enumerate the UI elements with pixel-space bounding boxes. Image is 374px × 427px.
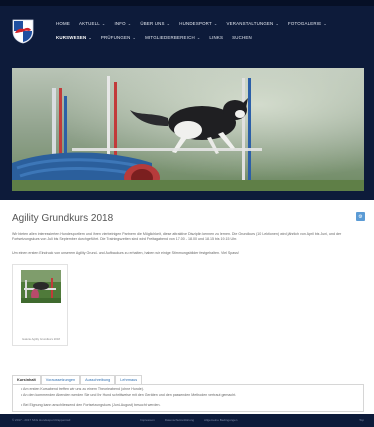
- chevron-down-icon: ⌄: [166, 21, 171, 26]
- nav-item-info[interactable]: Info ⌄: [114, 20, 131, 27]
- nav-item-label: Suchen: [232, 35, 252, 40]
- panel-list-item: • Am ersten Kursabend treffen wir uns zu…: [21, 387, 144, 391]
- gallery-thumbnail[interactable]: Galerie Agility Grundkurs 2018: [12, 264, 68, 346]
- nav-item-label: Mitgliederbereich: [145, 35, 195, 40]
- nav-item-kurswesen[interactable]: Kurswesen ⌄: [56, 34, 92, 41]
- top-strip: [0, 0, 374, 6]
- nav-item-label: Home: [56, 21, 70, 26]
- chevron-down-icon: ⌄: [196, 35, 201, 40]
- nav-item-home[interactable]: Home: [56, 20, 70, 27]
- footer-link-datenschutzerklärung[interactable]: Datenschutzerklärung: [165, 418, 194, 422]
- nav-item-hundesport[interactable]: Hundesport ⌄: [179, 20, 217, 27]
- site-header: Home Aktuell ⌄ Info ⌄ Über uns ⌄ Hundesport ⌄ Ver…: [0, 0, 374, 200]
- gallery-intro-paragraph: Um einen ersten Eindruck von unserem Agi…: [12, 251, 239, 255]
- chevron-down-icon: ⌄: [88, 35, 92, 40]
- tab-lehrmaus[interactable]: Lehrmaus: [115, 375, 143, 384]
- chevron-down-icon: ⌄: [275, 21, 279, 26]
- nav-item-prüfungen[interactable]: Prüfungen ⌄: [101, 34, 136, 41]
- nav-item-label: Hundesport: [179, 21, 212, 26]
- page-title: Agility Grundkurs 2018: [12, 213, 114, 224]
- chevron-down-icon: ⌄: [127, 21, 132, 26]
- chevron-down-icon: ⌄: [101, 21, 106, 26]
- nav-item-label: Info: [114, 21, 126, 26]
- footer-links: Impressum Datenschutzerklärung Allgemeine …: [140, 418, 237, 422]
- nav-item-links[interactable]: Links: [209, 34, 223, 41]
- site-footer: © 2017 - 2017 SKG Hundesport Rapperswil …: [0, 414, 374, 427]
- nav-item-label: Prüfungen: [100, 35, 131, 40]
- club-logo[interactable]: [12, 18, 34, 44]
- gallery-caption: Galerie Agility Grundkurs 2018: [22, 337, 60, 341]
- gear-icon: ⚙: [358, 213, 363, 220]
- course-tabs: Kursinhalt Voraussetzungen Ausschreibung Le…: [12, 375, 143, 384]
- tab-ausschreibung[interactable]: Ausschreibung: [80, 375, 116, 384]
- tab-panel-kursinhalt: • Am ersten Kursabend treffen wir uns zu…: [12, 384, 364, 412]
- tab-voraussetzungen[interactable]: Voraussetzungen: [40, 375, 81, 384]
- nav-item-fotogalerie[interactable]: Fotogalerie ⌄: [288, 20, 327, 27]
- intro-paragraph: Wir bieten allen interessierten Hundespo…: [12, 232, 342, 242]
- footer-link-impressum[interactable]: Impressum: [140, 418, 155, 422]
- gallery-image[interactable]: [21, 270, 61, 303]
- nav-item-label: Fotogalerie: [288, 21, 322, 26]
- edit-button[interactable]: ⚙: [356, 212, 365, 221]
- chevron-down-icon: ⌄: [132, 35, 137, 40]
- panel-list-item: • An den kommenden Abenden werden Sie un…: [21, 393, 237, 397]
- nav-item-suchen[interactable]: Suchen: [232, 34, 252, 41]
- nav-item-über-uns[interactable]: Über uns ⌄: [140, 20, 170, 27]
- back-to-top-link[interactable]: Top: [359, 418, 364, 422]
- footer-copyright: © 2017 - 2017 SKG Hundesport Rapperswil: [12, 418, 71, 422]
- footer-link-allgemeine-bedingungen[interactable]: Allgemeine Bedingungen: [204, 418, 237, 422]
- panel-list-item: • Bei Eignung kann anschliessend den For…: [21, 403, 161, 407]
- nav-item-aktuell[interactable]: Aktuell ⌄: [79, 20, 106, 27]
- nav-item-label: Veranstaltungen: [226, 21, 274, 26]
- nav-item-label: Kurswesen: [56, 35, 87, 40]
- nav-item-label: Links: [209, 35, 224, 40]
- chevron-down-icon: ⌄: [323, 21, 327, 26]
- chevron-down-icon: ⌄: [213, 21, 218, 26]
- nav-item-label: Über uns: [140, 21, 165, 26]
- main-navigation: Home Aktuell ⌄ Info ⌄ Über uns ⌄ Hundesport ⌄ Ver…: [56, 20, 356, 41]
- nav-item-label: Aktuell: [78, 21, 100, 26]
- nav-item-veranstaltungen[interactable]: Veranstaltungen ⌄: [226, 20, 279, 27]
- hero-image: [12, 68, 364, 191]
- nav-item-mitgliederbereich[interactable]: Mitgliederbereich ⌄: [145, 34, 200, 41]
- tab-kursinhalt[interactable]: Kursinhalt: [12, 375, 41, 384]
